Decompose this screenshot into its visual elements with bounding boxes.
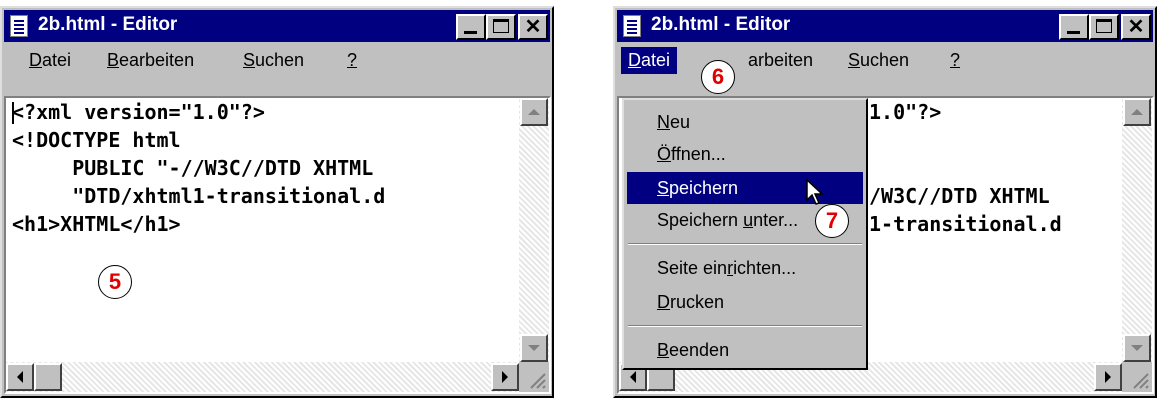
mouse-pointer-icon bbox=[806, 178, 824, 205]
maximize-icon[interactable] bbox=[486, 14, 516, 40]
scroll-right-arrow-icon[interactable] bbox=[1094, 363, 1122, 391]
code-line: PUBLIC "-//W3C//DTD XHTML bbox=[12, 156, 374, 180]
menu-item-drucken[interactable]: Drucken bbox=[627, 286, 863, 318]
window-title: 2b.html - Editor bbox=[38, 14, 178, 35]
step-badge-5: 5 bbox=[98, 265, 132, 299]
notepad-icon[interactable] bbox=[623, 15, 641, 37]
window-title: 2b.html - Editor bbox=[651, 14, 791, 35]
menu-datei[interactable]: Datei bbox=[22, 47, 78, 74]
step-badge-6: 6 bbox=[701, 60, 735, 94]
menu-separator bbox=[628, 243, 862, 245]
menu-item-neu[interactable]: Neu bbox=[627, 106, 863, 138]
vertical-scrollbar[interactable] bbox=[1122, 98, 1152, 362]
resize-grip-icon[interactable] bbox=[519, 362, 549, 392]
scroll-down-arrow-icon[interactable] bbox=[520, 334, 548, 362]
scroll-right-arrow-icon[interactable] bbox=[491, 363, 519, 391]
maximize-icon[interactable] bbox=[1089, 14, 1119, 40]
menu-item-speichern[interactable]: Speichern bbox=[627, 172, 863, 204]
resize-grip-icon[interactable] bbox=[1122, 362, 1152, 392]
menu-bearbeiten-label: arbeiten bbox=[748, 50, 814, 70]
notepad-icon[interactable] bbox=[10, 15, 28, 37]
code-line: /W3C//DTD XHTML bbox=[869, 184, 1050, 208]
menu-bar: Datei Bearbeiten Suchen ? bbox=[4, 44, 550, 78]
menu-help[interactable]: ? bbox=[943, 47, 967, 74]
menu-datei-label: atei bbox=[42, 50, 72, 70]
step-badge-7: 7 bbox=[815, 204, 849, 238]
code-line: "DTD/xhtml1-transitional.d bbox=[12, 184, 386, 208]
menu-bearbeiten[interactable]: Bearbeiten bbox=[100, 47, 201, 74]
code-line: <h1>XHTML</h1> bbox=[12, 212, 181, 236]
menu-suchen[interactable]: Suchen bbox=[841, 47, 916, 74]
scroll-up-arrow-icon[interactable] bbox=[520, 98, 548, 126]
title-bar[interactable]: 2b.html - Editor ✕ bbox=[4, 10, 550, 42]
menu-suchen[interactable]: Suchen bbox=[236, 47, 311, 74]
editor-window-right: 2b.html - Editor ✕ Datei arbeiten Suchen… bbox=[613, 6, 1157, 398]
minimize-icon[interactable] bbox=[456, 14, 486, 40]
code-line: <!DOCTYPE html bbox=[12, 128, 181, 152]
editor-window-left: 2b.html - Editor ✕ Datei Bearbeiten Such… bbox=[0, 6, 554, 398]
scroll-thumb[interactable] bbox=[34, 363, 62, 391]
code-line: 1-transitional.d bbox=[869, 212, 1062, 236]
menu-help[interactable]: ? bbox=[340, 47, 364, 74]
close-icon[interactable]: ✕ bbox=[518, 14, 548, 40]
vertical-scrollbar[interactable] bbox=[519, 98, 549, 362]
title-bar[interactable]: 2b.html - Editor ✕ bbox=[617, 10, 1153, 42]
close-icon[interactable]: ✕ bbox=[1121, 14, 1151, 40]
menu-datei[interactable]: Datei bbox=[621, 47, 678, 74]
menu-item-beenden[interactable]: Beenden bbox=[627, 334, 863, 366]
text-area[interactable]: <?xml version="1.0"?> <!DOCTYPE html PUB… bbox=[4, 96, 551, 394]
menu-item-seite-einrichten[interactable]: Seite einrichten... bbox=[627, 252, 863, 284]
horizontal-scrollbar[interactable] bbox=[6, 362, 519, 392]
minimize-icon[interactable] bbox=[1059, 14, 1089, 40]
menu-separator bbox=[628, 325, 862, 327]
code-line: <?xml version="1.0"?> bbox=[12, 100, 265, 124]
menu-bar: Datei arbeiten Suchen ? bbox=[617, 44, 1153, 78]
menu-bearbeiten[interactable]: arbeiten bbox=[741, 47, 820, 74]
scroll-down-arrow-icon[interactable] bbox=[1123, 334, 1151, 362]
scroll-up-arrow-icon[interactable] bbox=[1123, 98, 1151, 126]
menu-item-oeffnen[interactable]: Öffnen... bbox=[627, 138, 863, 170]
code-line: 1.0"?> bbox=[869, 100, 942, 124]
scroll-left-arrow-icon[interactable] bbox=[6, 363, 34, 391]
